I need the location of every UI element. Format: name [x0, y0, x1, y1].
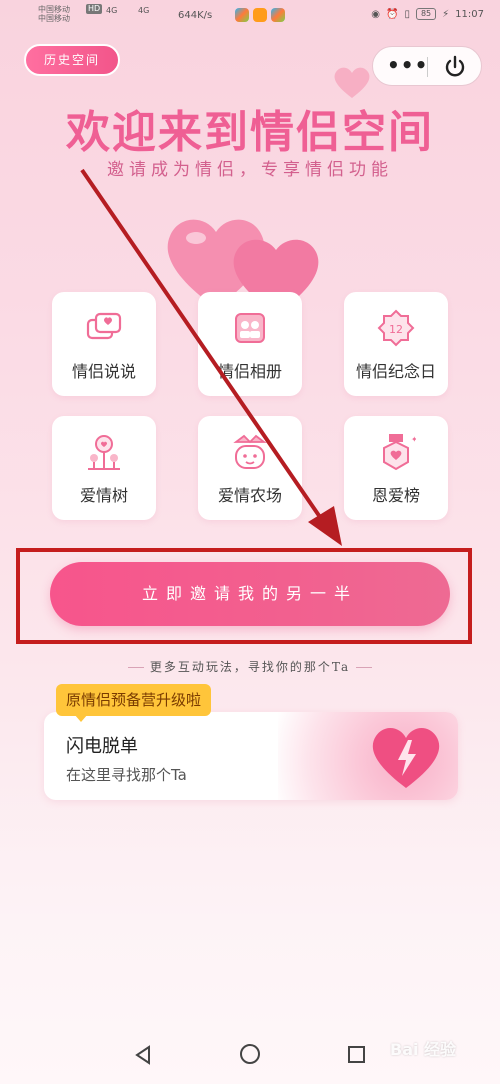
feature-anniversary[interactable]: 12 情侣纪念日 [344, 292, 448, 396]
power-icon[interactable] [441, 53, 469, 81]
vibrate-icon: ▯ [404, 8, 410, 20]
more-button[interactable]: ••• [387, 55, 428, 75]
chat-bubbles-icon [86, 312, 122, 340]
app-notify-icon [235, 8, 249, 22]
network-4g-1: 4G [106, 6, 118, 15]
svg-text:12: 12 [389, 323, 403, 336]
feature-couple-posts[interactable]: 情侣说说 [52, 292, 156, 396]
photo-album-icon [235, 313, 265, 343]
feature-label: 情侣相册 [217, 362, 282, 381]
flash-match-card[interactable]: 闪电脱单 在这里寻找那个Ta [44, 712, 458, 800]
feature-label: 情侣纪念日 [355, 362, 436, 381]
battery-indicator: 85 [415, 8, 437, 20]
upgrade-badge: 原情侣预备营升级啦 [56, 684, 212, 722]
carrier-label: 中国移动 中国移动 [38, 5, 70, 23]
network-speed: 644K/s [178, 10, 213, 21]
lightning-heart-icon [372, 727, 440, 788]
status-bar: 中国移动 中国移动 HD 4G 4G 644K/s ◉ ⏰ ▯ 85 ⚡ 11:… [0, 0, 500, 36]
feature-label: 爱情树 [79, 486, 128, 505]
page-subtitle: 邀请成为情侣，专享情侣功能 [107, 160, 393, 180]
clock: 11:07 [455, 8, 484, 20]
feature-label: 情侣说说 [71, 362, 136, 381]
video-app-icon [253, 8, 267, 22]
app-notify-icon-2 [271, 8, 285, 22]
feature-label: 爱情农场 [217, 486, 282, 505]
history-space-button[interactable]: 历史空间 [24, 44, 120, 76]
invite-partner-button[interactable]: 立即邀请我的另一半 [50, 562, 450, 626]
home-icon[interactable] [240, 1044, 260, 1064]
anniversary-badge-icon: 12 [377, 309, 415, 347]
notification-icons [235, 8, 285, 22]
eye-icon: ◉ [371, 8, 380, 20]
card-description: 在这里寻找那个Ta [66, 766, 187, 784]
charging-icon: ⚡ [442, 8, 450, 20]
capsule-divider [427, 57, 428, 77]
page-title: 欢迎来到情侣空间 [66, 107, 434, 158]
love-tree-icon [88, 435, 120, 470]
svg-text:✦: ✦ [411, 435, 416, 444]
recent-apps-icon[interactable] [348, 1046, 365, 1063]
feature-love-farm[interactable]: 爱情农场 [198, 416, 302, 520]
alarm-icon: ⏰ [385, 8, 399, 20]
feature-love-tree[interactable]: 爱情树 [52, 416, 156, 520]
card-art [278, 712, 458, 800]
network-4g-2: 4G [138, 6, 150, 15]
miniapp-capsule: ••• [372, 46, 482, 86]
card-title: 闪电脱单 [66, 736, 138, 757]
farm-icon [233, 434, 267, 469]
feature-love-ranking[interactable]: ✦ 恩爱榜 [344, 416, 448, 520]
small-heart-icon [334, 67, 370, 98]
medal-icon: ✦ [383, 434, 416, 471]
more-play-caption: 更多互动玩法，寻找你的那个Ta [0, 658, 500, 675]
status-right: ◉ ⏰ ▯ 85 ⚡ 11:07 [371, 8, 484, 20]
hd-badge: HD [86, 4, 103, 14]
feature-couple-album[interactable]: 情侣相册 [198, 292, 302, 396]
back-icon[interactable] [132, 1044, 154, 1066]
feature-label: 恩爱榜 [371, 486, 420, 505]
watermark-text: Bai 经验 [390, 1040, 457, 1059]
